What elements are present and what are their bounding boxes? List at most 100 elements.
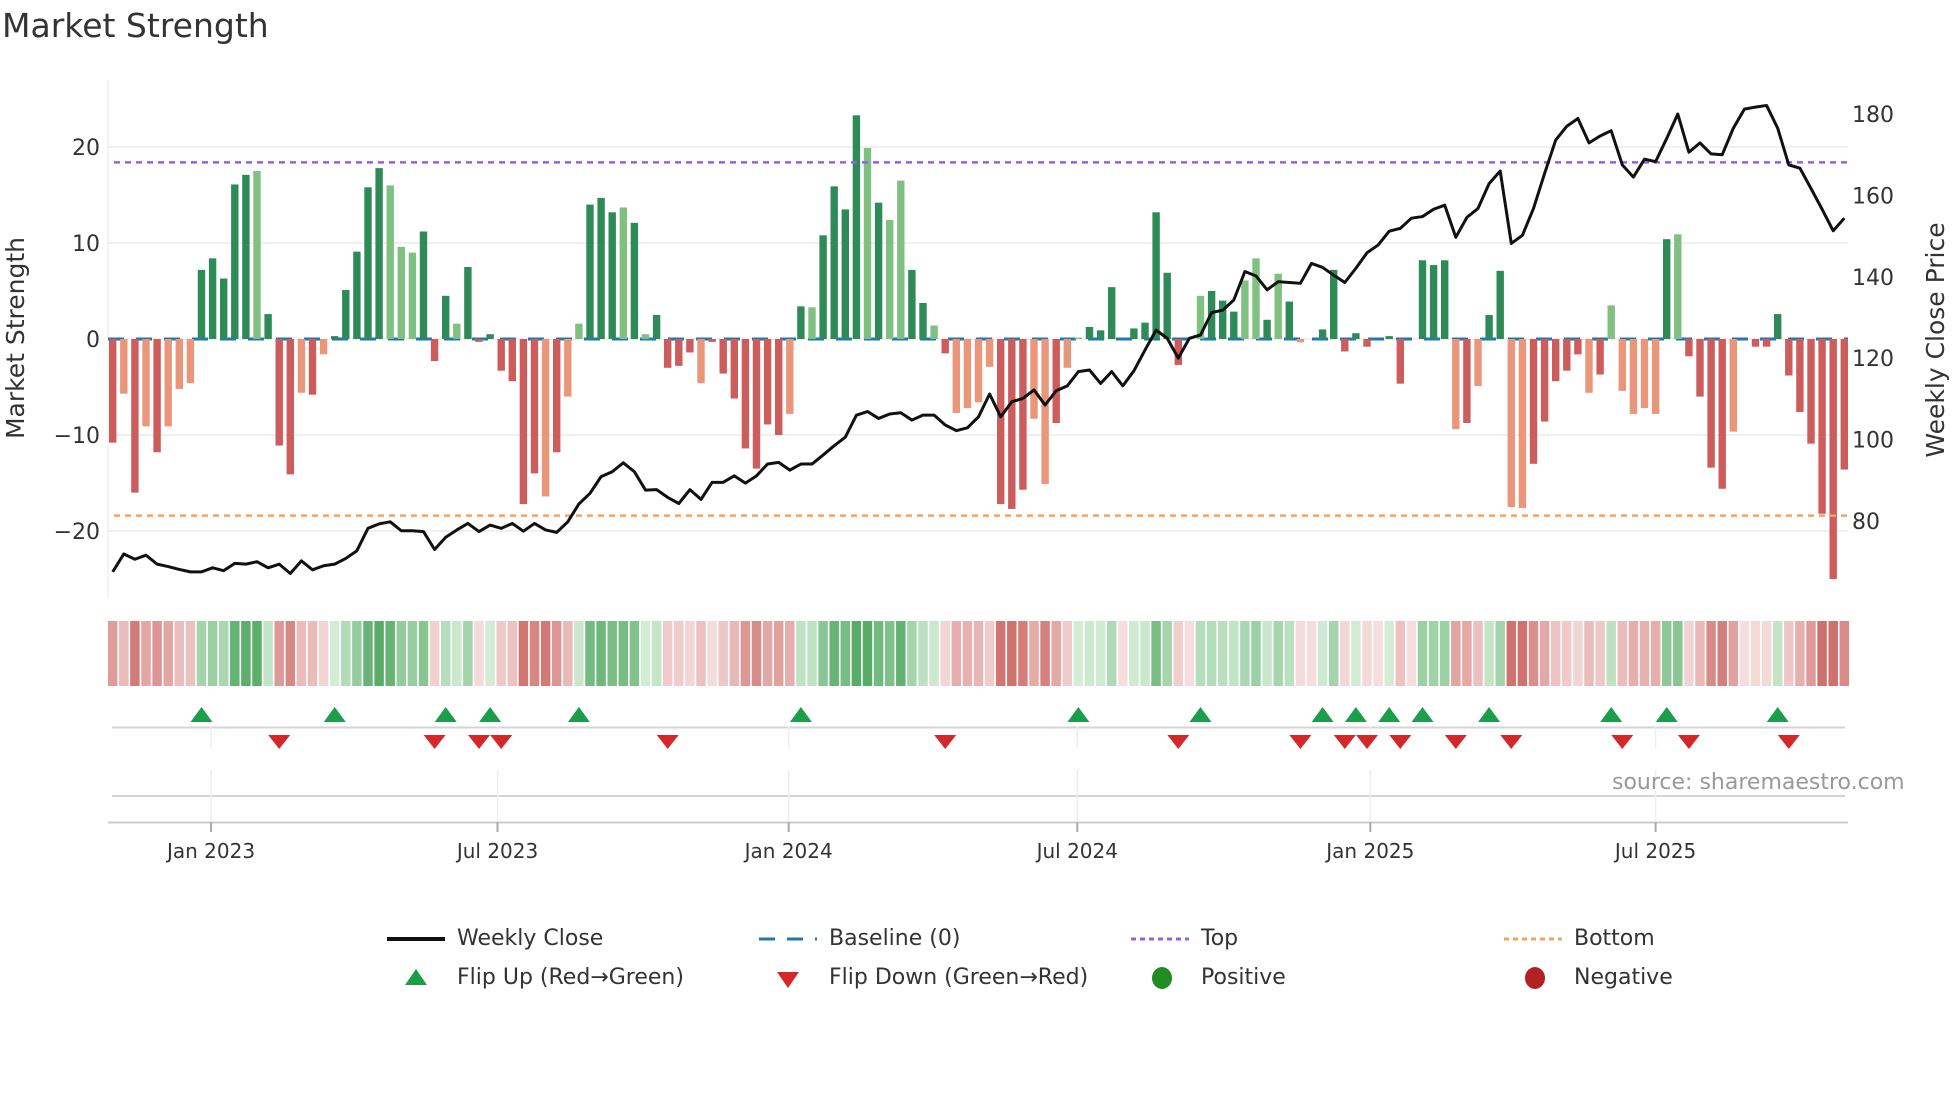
heatmap-cell [840, 621, 851, 686]
heatmap-cell [1550, 621, 1561, 686]
heatmap-cell [1051, 621, 1061, 686]
legend-top: Top [1131, 926, 1238, 951]
bar-positive [630, 222, 639, 339]
legend-negative: Negative [1504, 965, 1673, 990]
heatmap-cell [1428, 621, 1439, 686]
heatmap-cell [696, 621, 706, 686]
heatmap-cell [1739, 621, 1750, 686]
bar-positive [1496, 270, 1504, 339]
heatmap-cell [1772, 621, 1783, 686]
circle-icon [1152, 966, 1172, 989]
heatmap-cell [318, 621, 329, 686]
heatmap-cell [1695, 621, 1705, 686]
bar-negative [1707, 339, 1715, 468]
bar-positive [1330, 269, 1338, 339]
bar-negative [1019, 339, 1027, 490]
heatmap-cell [1151, 621, 1161, 686]
heatmap-cell [551, 621, 562, 686]
heatmap-cell [429, 621, 440, 686]
heatmap-cell [662, 621, 673, 686]
heatmap-cell [474, 621, 484, 686]
legend-label: Flip Up (Red→Green) [457, 965, 684, 990]
bar-negative [1396, 339, 1404, 384]
bar-positive [874, 202, 883, 339]
bar-negative [786, 339, 794, 414]
heatmap-cell [884, 621, 895, 686]
x-tick-label: Jan 2023 [165, 839, 255, 863]
legend-flip-up: Flip Up (Red→Green) [387, 965, 684, 990]
flip-up-marker [479, 707, 502, 722]
y2-tick-label: 100 [1852, 429, 1894, 454]
bar-negative [120, 339, 128, 394]
bar-negative [1696, 339, 1704, 397]
y2-tick-label: 120 [1852, 347, 1894, 372]
heatmap-cell [1262, 621, 1272, 686]
bar-negative [697, 339, 705, 384]
bar-negative [308, 339, 317, 395]
heatmap-cell [207, 621, 218, 686]
bar-negative [974, 339, 983, 403]
bar-negative [963, 339, 972, 409]
flip-up-marker [789, 707, 812, 722]
heatmap-cell [185, 621, 196, 686]
x-tick-label: Jul 2025 [1613, 839, 1696, 863]
bar-positive [808, 307, 816, 339]
flip-down-marker [490, 735, 513, 749]
bar-positive [408, 252, 417, 339]
bar-negative [1341, 339, 1349, 352]
strength-heatmap [107, 621, 1850, 686]
bar-positive [863, 147, 872, 339]
bar-positive [1418, 260, 1427, 339]
heatmap-cell [1395, 621, 1406, 686]
bar-positive [1663, 239, 1671, 339]
heatmap-cell [241, 621, 251, 686]
heatmap-cell [607, 621, 617, 686]
circle-icon [1525, 966, 1545, 989]
bar-negative [1041, 339, 1049, 484]
x-tick-label: Jan 2025 [1324, 839, 1414, 863]
heatmap-cell [174, 621, 185, 686]
bar-negative [164, 339, 172, 427]
heatmap-cell [1439, 621, 1450, 686]
heatmap-cell [252, 621, 262, 686]
market-strength-chart: 20100−10−2018016014012010080Market Stren… [1, 80, 1950, 863]
heatmap-cell [785, 621, 795, 686]
heatmap-cell [385, 621, 395, 686]
flip-down-marker [1444, 735, 1467, 749]
heatmap-cell [1528, 621, 1539, 686]
heatmap-cell [1684, 621, 1694, 686]
heatmap-cell [729, 621, 740, 686]
bar-positive [253, 171, 261, 339]
heatmap-cell [962, 621, 973, 686]
bar-positive [1352, 333, 1360, 339]
heatmap-cell [1362, 621, 1372, 686]
flip-up-marker [1655, 707, 1678, 722]
bar-negative [1651, 339, 1660, 414]
heatmap-cell [818, 621, 828, 686]
heatmap-cell [1750, 621, 1761, 686]
bar-positive [597, 197, 605, 339]
panel-lines [108, 726, 1848, 832]
bar-negative [1685, 339, 1693, 357]
bar-negative [1596, 339, 1604, 375]
bar-negative [530, 339, 539, 474]
axes: 20100−10−2018016014012010080Market Stren… [1, 103, 1950, 863]
heatmap-cell [1129, 621, 1139, 686]
bar-positive [1096, 330, 1105, 339]
bar-negative [1729, 339, 1737, 432]
legend-label: Baseline (0) [829, 926, 961, 951]
heatmap-cell [1273, 621, 1283, 686]
heatmap-cell [907, 621, 917, 686]
bar-negative [1363, 339, 1371, 347]
bar-negative [286, 339, 294, 475]
heatmap-cell [1495, 621, 1505, 686]
heatmap-cell [873, 621, 884, 686]
heatmap-cell [1539, 621, 1550, 686]
flip-up-marker [1378, 707, 1401, 722]
bar-negative [553, 339, 561, 453]
bar-positive [1318, 329, 1327, 339]
heatmap-cell [629, 621, 640, 686]
bar-positive [1285, 301, 1293, 339]
bar-positive [397, 246, 405, 339]
bar-negative [109, 339, 117, 443]
